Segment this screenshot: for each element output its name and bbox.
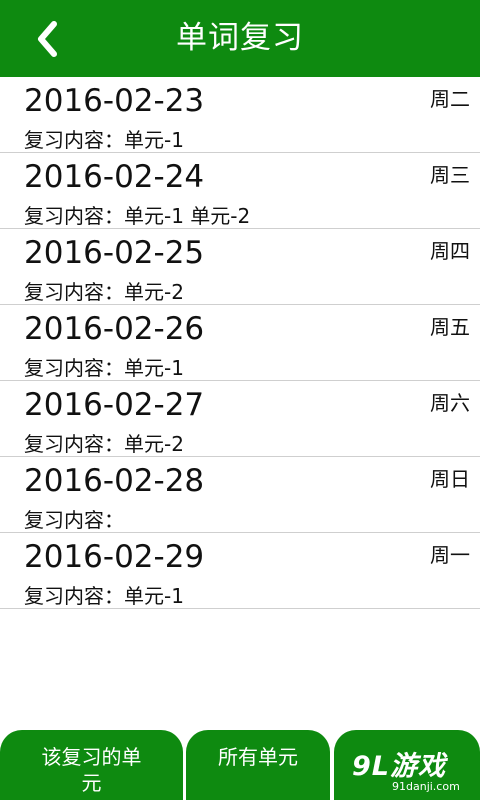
tab-label: 该复习的单元 xyxy=(41,745,142,795)
review-date: 2016-02-29 xyxy=(24,539,205,575)
list-item[interactable]: 2016-02-28 复习内容： 周日 xyxy=(0,457,480,533)
header-bar: 单词复习 xyxy=(0,0,480,77)
review-date: 2016-02-24 xyxy=(24,159,205,195)
review-content: 复习内容：单元-2 xyxy=(24,280,184,304)
chevron-left-icon xyxy=(38,21,57,57)
review-weekday: 周二 xyxy=(430,87,470,111)
review-content: 复习内容：单元-1 单元-2 xyxy=(24,204,251,228)
review-weekday: 周一 xyxy=(430,543,470,567)
review-weekday: 周四 xyxy=(430,239,470,263)
watermark-url: 91danji.com xyxy=(392,780,460,793)
list-item[interactable]: 2016-02-24 复习内容：单元-1 单元-2 周三 xyxy=(0,153,480,229)
review-content: 复习内容：单元-2 xyxy=(24,432,184,456)
review-weekday: 周五 xyxy=(430,315,470,339)
back-button[interactable] xyxy=(24,14,74,64)
watermark-logo: 9L游戏 91danji.com xyxy=(352,744,472,796)
review-list: 2016-02-23 复习内容：单元-1 周二 2016-02-24 复习内容：… xyxy=(0,77,480,609)
review-content: 复习内容： xyxy=(24,508,124,532)
list-item[interactable]: 2016-02-23 复习内容：单元-1 周二 xyxy=(0,77,480,153)
review-content: 复习内容：单元-1 xyxy=(24,128,184,152)
review-weekday: 周日 xyxy=(430,467,470,491)
list-item[interactable]: 2016-02-29 复习内容：单元-1 周一 xyxy=(0,533,480,609)
review-date: 2016-02-28 xyxy=(24,463,205,499)
tab-label: 所有单元 xyxy=(218,745,298,769)
review-date: 2016-02-26 xyxy=(24,311,205,347)
watermark-text: 9L游戏 xyxy=(352,751,446,782)
review-weekday: 周六 xyxy=(430,391,470,415)
list-item[interactable]: 2016-02-25 复习内容：单元-2 周四 xyxy=(0,229,480,305)
tab-due-units[interactable]: 该复习的单元 xyxy=(0,730,183,800)
review-date: 2016-02-23 xyxy=(24,83,205,119)
review-weekday: 周三 xyxy=(430,163,470,187)
review-content: 复习内容：单元-1 xyxy=(24,584,184,608)
screen: 单词复习 2016-02-23 复习内容：单元-1 周二 2016-02-24 … xyxy=(0,0,480,800)
list-item[interactable]: 2016-02-26 复习内容：单元-1 周五 xyxy=(0,305,480,381)
list-item[interactable]: 2016-02-27 复习内容：单元-2 周六 xyxy=(0,381,480,457)
review-date: 2016-02-27 xyxy=(24,387,205,423)
review-content: 复习内容：单元-1 xyxy=(24,356,184,380)
tab-all-units[interactable]: 所有单元 xyxy=(186,730,330,800)
review-date: 2016-02-25 xyxy=(24,235,205,271)
